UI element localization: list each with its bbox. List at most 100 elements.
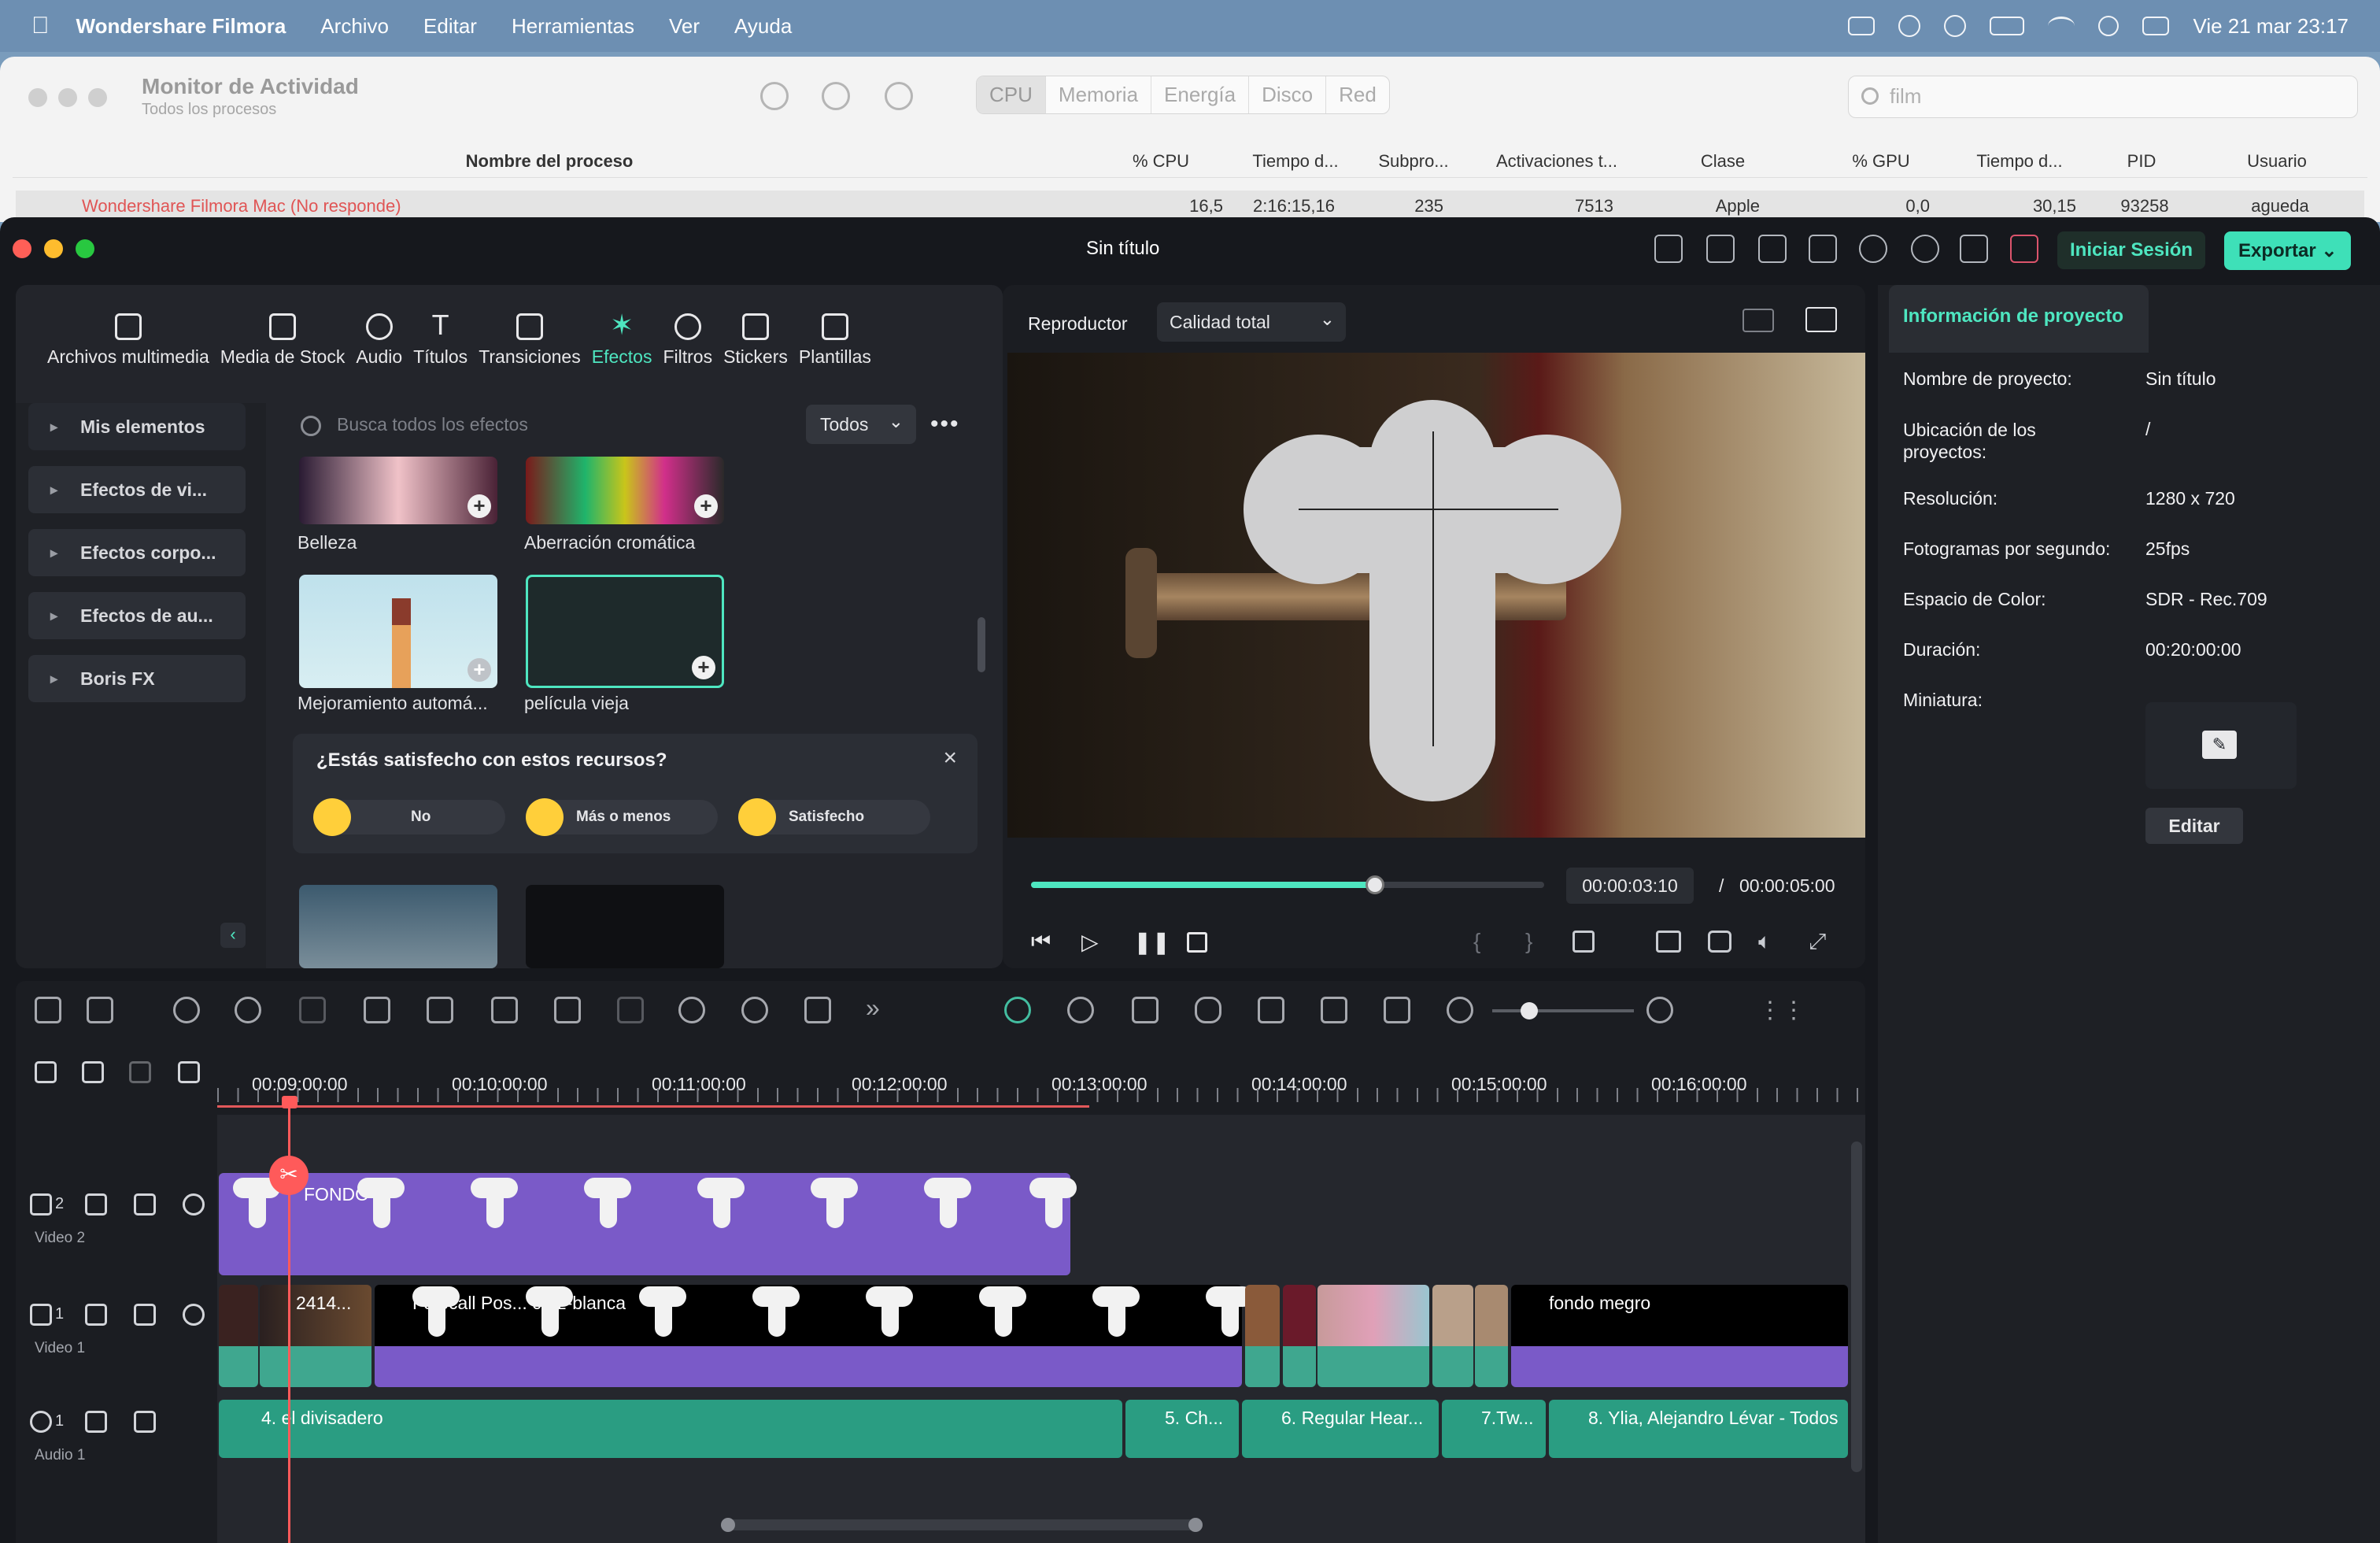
col-tiempo[interactable]: Tiempo d... [1236,151,1355,172]
battery-icon[interactable] [1990,17,2025,35]
eye-icon[interactable] [183,1304,205,1326]
grid-view-icon[interactable] [1743,309,1774,332]
sidebar-mis-elementos[interactable]: Mis elementos [28,403,246,450]
audio-clip-tw[interactable]: 7.Tw... [1442,1400,1546,1458]
effect-thumb-mejoramiento[interactable]: + [299,575,497,688]
menu-clock[interactable]: Vie 21 mar 23:17 [2193,14,2349,39]
audio-clip-divisadero[interactable]: 4. el divisadero [219,1400,1122,1458]
render-icon[interactable] [1067,997,1094,1023]
col-subprocesos[interactable]: Subpro... [1355,151,1472,172]
zoom-slider[interactable] [1492,1002,1634,1019]
project-list-icon[interactable] [1706,235,1735,263]
group-icon[interactable] [129,1061,151,1083]
zoom-window-icon[interactable] [76,239,94,258]
display-settings-icon[interactable] [1656,931,1681,953]
shield-icon[interactable] [1132,997,1159,1023]
col-clase[interactable]: Clase [1642,151,1804,172]
playhead-handle[interactable] [282,1096,298,1108]
layout-icon[interactable] [1758,235,1787,263]
split-scissors-icon[interactable]: ✂ [269,1156,309,1195]
audio-clip-ylia[interactable]: 8. Ylia, Alejandro Lévar - Todos [1549,1400,1848,1458]
replace-icon[interactable] [1321,997,1347,1023]
menu-herramientas[interactable]: Herramientas [512,14,634,39]
zoom-icon[interactable] [88,88,107,107]
layout-toggle-icon[interactable] [35,997,61,1023]
audio-clip-regular-heart[interactable]: 6. Regular Hear... [1242,1400,1439,1458]
display-icon[interactable] [1848,17,1876,35]
link-icon[interactable] [82,1061,104,1083]
col-gpu[interactable]: % GPU [1804,151,1958,172]
snapshot-view-icon[interactable] [1805,307,1837,332]
speaker-icon[interactable] [134,1411,156,1433]
satisfaction-no-button[interactable]: No [313,798,505,836]
playback-progress[interactable] [1031,875,1544,894]
sidebar-boris-fx[interactable]: Boris FX [28,655,246,702]
clip-v1-photos[interactable] [1318,1285,1429,1387]
tab-plantillas[interactable]: Plantillas [799,313,871,368]
segment-disco[interactable]: Disco [1249,76,1327,113]
tab-filtros[interactable]: Filtros [663,313,712,368]
tab-audio[interactable]: Audio [356,313,402,368]
thumbnail-preview[interactable]: ✎ [2145,702,2297,789]
current-time[interactable]: 00:00:03:10 [1566,868,1694,904]
time-machine-icon[interactable] [1898,15,1921,37]
wifi-off-icon[interactable] [2048,17,2075,35]
mask-icon[interactable] [617,997,644,1023]
tab-stock[interactable]: Media de Stock [220,313,345,368]
microphone-icon[interactable] [1195,997,1221,1023]
marker-track-icon[interactable] [178,1061,200,1083]
effect-thumb-aberracion[interactable]: + [526,457,724,524]
menu-archivo[interactable]: Archivo [320,14,389,39]
mark-in-icon[interactable]: { [1473,929,1480,954]
stop-icon[interactable] [1187,932,1207,953]
lock-icon[interactable] [85,1304,107,1326]
ai-copilot-icon[interactable] [1004,997,1031,1023]
menu-app-name[interactable]: Wondershare Filmora [76,14,286,39]
menu-ver[interactable]: Ver [669,14,700,39]
clip-v1-first[interactable] [219,1285,258,1387]
horizontal-scrollbar[interactable] [721,1518,1203,1532]
camera-icon[interactable] [1708,931,1731,953]
audio-clip-ch[interactable]: 5. Ch... [1125,1400,1239,1458]
zoom-in-icon[interactable] [1646,997,1673,1023]
color-palette-icon[interactable] [678,997,705,1023]
fullscreen-icon[interactable]: ⤢ [1809,929,1826,955]
grid-density-icon[interactable]: ⋮⋮ [1758,997,1805,1023]
add-icon[interactable]: + [694,494,718,518]
export-button[interactable]: Exportar ⌄ [2224,231,2352,270]
timeline-ruler[interactable]: 00:09:00:00 00:10:00:00 00:11:00:00 00:1… [217,1044,1865,1115]
more-tools-icon[interactable]: » [866,995,893,1023]
select-tool-icon[interactable] [87,997,113,1023]
clip-fondo-megro[interactable]: fondo megro [1511,1285,1848,1387]
sidebar-efectos-audio[interactable]: Efectos de au... [28,592,246,639]
prev-frame-icon[interactable]: ⏮ [1031,929,1051,955]
close-window-icon[interactable] [13,239,31,258]
save-icon[interactable] [1809,235,1837,263]
headset-icon[interactable] [1911,235,1939,263]
col-cpu[interactable]: % CPU [1086,151,1236,172]
tab-stickers[interactable]: Stickers [723,313,788,368]
add-track-icon[interactable] [35,1061,57,1083]
col-pid[interactable]: PID [2081,151,2202,172]
more-options-icon[interactable]: ••• [930,411,960,438]
split-scissors-icon[interactable] [364,997,390,1023]
scroll-handle-right[interactable] [1188,1518,1203,1532]
apps-grid-icon[interactable] [1960,235,1988,263]
clip-v1-small-4[interactable] [1475,1285,1508,1387]
segment-red[interactable]: Red [1326,76,1389,113]
satisfaction-mas-o-menos-button[interactable]: Más o menos [526,798,718,836]
quality-dropdown[interactable]: Calidad total ⌄ [1157,302,1346,342]
tab-titulos[interactable]: T Títulos [413,311,468,368]
pause-icon[interactable]: ❚❚ [1133,929,1170,955]
apple-icon[interactable]:  [31,13,50,39]
info-icon[interactable] [822,82,850,110]
clip-v1-small-3[interactable] [1432,1285,1473,1387]
play-frame-icon[interactable]: ▷ [1081,929,1099,955]
clip-2414[interactable]: 2414... [260,1285,371,1387]
spotlight-icon[interactable] [2098,16,2119,36]
vertical-scrollbar[interactable] [1851,1142,1862,1472]
redo-icon[interactable] [235,997,261,1023]
clip-v1-small-2[interactable] [1283,1285,1316,1387]
edit-thumbnail-button[interactable]: Editar [2145,808,2243,844]
text-tool-icon[interactable] [491,997,518,1023]
